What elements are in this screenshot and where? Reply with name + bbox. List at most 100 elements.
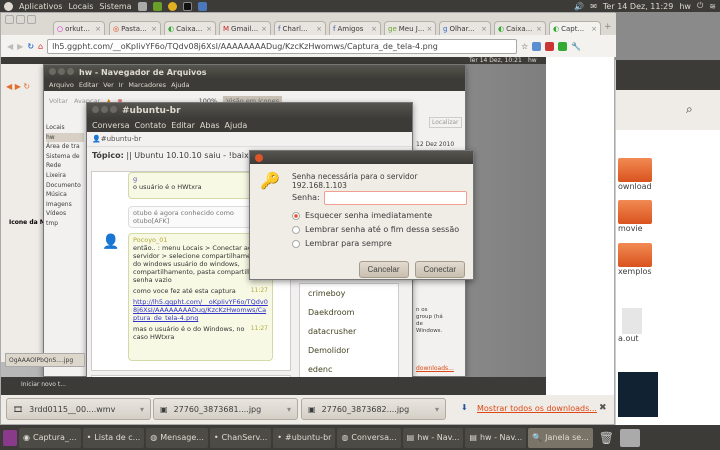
show-all-downloads-link[interactable]: Mostrar todos os downloads... bbox=[477, 404, 597, 413]
tab[interactable]: ◐ Caixa... × bbox=[164, 21, 216, 35]
place-item[interactable]: Vídeos bbox=[46, 209, 84, 219]
taskbar-item[interactable]: • Lista de c... bbox=[82, 427, 145, 448]
downloads-link[interactable]: downloads... bbox=[416, 365, 454, 372]
launcher-icon[interactable] bbox=[197, 1, 207, 11]
taskbar-item[interactable]: • #ubuntu-br bbox=[273, 427, 336, 448]
place-item[interactable]: Documento bbox=[46, 181, 84, 191]
search-icon[interactable]: ⌕ bbox=[686, 102, 693, 117]
user-list-item[interactable]: crimeboy bbox=[308, 284, 398, 303]
place-item[interactable]: hw bbox=[46, 132, 84, 143]
place-item[interactable]: Lixeira bbox=[46, 171, 84, 181]
close-window-icon[interactable] bbox=[5, 15, 14, 24]
close-download-bar-icon[interactable]: ✖ bbox=[599, 403, 607, 413]
place-item[interactable]: tmp bbox=[46, 219, 84, 229]
tab[interactable]: f Charl... × bbox=[274, 21, 326, 35]
user-list-item[interactable]: Daekdroom bbox=[308, 303, 398, 322]
clock[interactable]: Ter 14 Dez, 11:29 bbox=[603, 2, 673, 11]
taskbar-item[interactable]: ◉ Captura_... bbox=[19, 427, 81, 448]
volume-icon[interactable]: 🔊 bbox=[574, 2, 584, 11]
file-item[interactable]: movie bbox=[618, 200, 652, 233]
tab[interactable]: ◎ Pasta... × bbox=[109, 21, 161, 35]
file-item[interactable]: a.out bbox=[618, 308, 642, 343]
radio-session[interactable]: Lembrar senha até o fim dessa sessão bbox=[292, 225, 459, 234]
taskbar-item[interactable]: ◍ Mensage... bbox=[146, 427, 208, 448]
channel-tab[interactable]: #ubuntu-br bbox=[101, 135, 142, 143]
places-label[interactable]: Locais bbox=[46, 123, 84, 133]
tab[interactable]: ge Meu J... × bbox=[384, 21, 436, 35]
user-menu[interactable]: hw bbox=[679, 2, 691, 11]
place-item[interactable]: Imagens bbox=[46, 200, 84, 210]
download-item[interactable]: ▣ 27760_3873682....jpg ▾ bbox=[301, 398, 446, 420]
power-icon[interactable]: ⏻ bbox=[697, 1, 703, 11]
reload-icon[interactable]: ↻ bbox=[27, 42, 34, 51]
connect-button[interactable]: Conectar bbox=[414, 261, 465, 278]
tab[interactable]: g Olhar... × bbox=[439, 21, 491, 35]
user-list-item[interactable]: Demolidor bbox=[308, 341, 398, 360]
show-desktop-icon[interactable] bbox=[3, 429, 17, 446]
extension-icon[interactable] bbox=[558, 41, 568, 51]
taskbar-item[interactable]: ◍ Conversa... bbox=[337, 427, 401, 448]
trash-icon[interactable]: 🗑 bbox=[599, 431, 614, 445]
menu-tabs[interactable]: Abas bbox=[200, 121, 220, 130]
menu-edit[interactable]: Editar bbox=[79, 81, 98, 89]
workspace-switcher[interactable] bbox=[620, 428, 641, 447]
chrome-icon[interactable] bbox=[167, 1, 177, 11]
new-tab-button[interactable]: + bbox=[604, 22, 612, 32]
taskbar-item-active[interactable]: 🔍 Janela se... bbox=[528, 427, 593, 448]
user-list-item[interactable]: datacrusher bbox=[308, 322, 398, 341]
file-item[interactable]: xemplos bbox=[618, 243, 652, 276]
place-item[interactable]: Sistema de bbox=[46, 152, 84, 162]
tab[interactable]: ◐ Caixa... × bbox=[494, 21, 546, 35]
menu-edit[interactable]: Editar bbox=[171, 121, 195, 130]
taskbar-item[interactable]: ▤ hw - Nav... bbox=[465, 427, 527, 448]
wrench-icon[interactable]: 🔧 bbox=[571, 42, 581, 51]
bottom-taskbar: ◉ Captura_... • Lista de c... ◍ Mensage... … bbox=[0, 425, 720, 450]
menu-applications[interactable]: Aplicativos bbox=[19, 2, 62, 11]
menu-contact[interactable]: Contato bbox=[135, 121, 167, 130]
bookmark-star-icon[interactable]: ☆ bbox=[521, 42, 528, 51]
menu-help[interactable]: Ajuda bbox=[225, 121, 248, 130]
menu-go[interactable]: Ir bbox=[119, 81, 124, 89]
cancel-button[interactable]: Cancelar bbox=[358, 261, 409, 278]
radio-forget[interactable]: Esquecer senha imediatamente bbox=[292, 211, 459, 220]
close-icon[interactable] bbox=[255, 153, 263, 162]
menu-view[interactable]: Ver bbox=[103, 81, 114, 89]
maximize-icon[interactable] bbox=[27, 15, 36, 24]
menu-conversation[interactable]: Conversa bbox=[92, 121, 130, 130]
radio-forever[interactable]: Lembrar para sempre bbox=[292, 239, 459, 248]
minimize-icon[interactable] bbox=[16, 15, 25, 24]
menu-system[interactable]: Sistema bbox=[99, 2, 131, 11]
taskbar-item[interactable]: ▤ hw - Nav... bbox=[402, 427, 464, 448]
tab[interactable]: f Amigos × bbox=[329, 21, 381, 35]
place-item[interactable]: Rede bbox=[46, 161, 84, 171]
file-item[interactable]: ownload bbox=[618, 158, 652, 191]
video-thumbnail[interactable] bbox=[618, 372, 658, 417]
download-item[interactable]: 🎞 3rdd0115__00....wmv ▾ bbox=[6, 398, 151, 420]
place-item[interactable]: Música bbox=[46, 190, 84, 200]
forward-icon[interactable]: ▶ bbox=[17, 42, 23, 51]
extension-icon[interactable] bbox=[545, 41, 555, 51]
address-bar[interactable]: lh5.ggpht.com/__oKpIivYF6o/TQdv08j6XsI/A… bbox=[47, 38, 518, 54]
back-button[interactable]: Voltar bbox=[49, 97, 68, 105]
password-input[interactable] bbox=[324, 191, 467, 205]
message-link[interactable]: http://lh5.ggpht.com/__oKpIivYF6o/TQdv08… bbox=[133, 298, 268, 322]
tab[interactable]: M Gmail... × bbox=[219, 21, 271, 35]
wifi-icon[interactable]: ≋ bbox=[709, 2, 716, 11]
menu-file[interactable]: Arquivo bbox=[49, 81, 74, 89]
tab[interactable]: ○ orkut... × bbox=[53, 21, 105, 35]
menu-places[interactable]: Locais bbox=[68, 2, 93, 11]
place-item[interactable]: Área de tra bbox=[46, 142, 84, 152]
menu-help[interactable]: Ajuda bbox=[171, 81, 189, 89]
launcher-icon[interactable] bbox=[137, 1, 147, 11]
taskbar-item[interactable]: • ChanServ... bbox=[209, 427, 272, 448]
home-icon[interactable]: ⌂ bbox=[38, 42, 43, 51]
menu-bookmarks[interactable]: Marcadores bbox=[128, 81, 166, 89]
launcher-icon[interactable] bbox=[152, 1, 162, 11]
download-item[interactable]: ▣ 27760_3873681....jpg ▾ bbox=[153, 398, 298, 420]
back-icon[interactable]: ◀ bbox=[7, 42, 13, 51]
translate-icon[interactable] bbox=[532, 41, 542, 51]
mail-icon[interactable]: ✉ bbox=[590, 2, 597, 11]
terminal-icon[interactable] bbox=[182, 1, 192, 11]
tab-active[interactable]: ◐ Capt... × bbox=[549, 21, 601, 35]
find-button[interactable]: Localizar bbox=[429, 117, 462, 128]
